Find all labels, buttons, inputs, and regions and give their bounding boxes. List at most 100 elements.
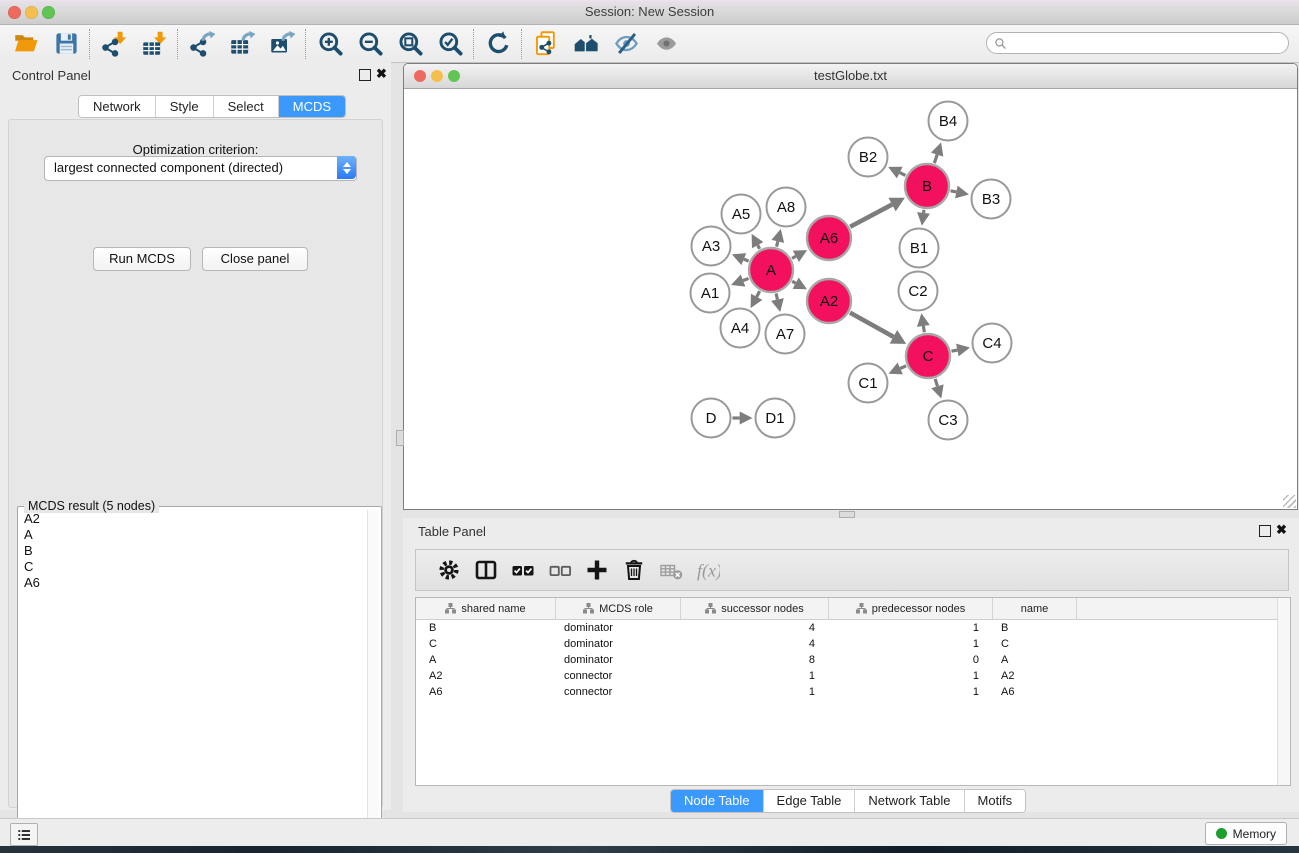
refresh-view-button[interactable]	[478, 27, 518, 60]
mcds-tab-content: Optimization criterion: largest connecte…	[8, 119, 383, 808]
network-canvas[interactable]: AA1A2A3A4A5A6A7A8BB1B2B3B4CC1C2C3C4DD1	[404, 89, 1297, 509]
search-field[interactable]	[986, 32, 1289, 54]
edge-B-B4[interactable]	[934, 155, 937, 164]
node-label-B4: B4	[939, 113, 957, 130]
show-graphics-details-button[interactable]	[646, 27, 686, 60]
float-panel-icon[interactable]	[359, 69, 371, 81]
tab-edge-table[interactable]: Edge Table	[764, 790, 856, 812]
edge-A-A7[interactable]	[776, 293, 777, 299]
delete-columns-icon	[622, 558, 646, 582]
hide-graphics-details-button[interactable]	[606, 27, 646, 60]
mcds-result-list[interactable]: A2ABCA6	[20, 511, 366, 849]
delete-columns-button[interactable]	[615, 553, 652, 587]
edge-B-B2[interactable]	[900, 173, 906, 176]
column-header-successor-nodes[interactable]: successor nodes	[681, 598, 829, 619]
close-window-button[interactable]	[8, 6, 21, 19]
zoom-window-button[interactable]	[42, 6, 55, 19]
hierarchy-icon	[445, 603, 456, 614]
cytoscape-home-button[interactable]	[566, 27, 606, 60]
float-table-panel-icon[interactable]	[1259, 525, 1271, 537]
show-panels-button[interactable]	[10, 823, 38, 846]
table-scrollbar[interactable]	[1277, 598, 1290, 785]
cell-shared-name: A2	[416, 670, 556, 682]
cell-name: B	[993, 622, 1077, 634]
zoom-out-button[interactable]	[350, 27, 390, 60]
tab-network[interactable]: Network	[79, 96, 156, 117]
edge-A-A3[interactable]	[744, 259, 749, 261]
table-row[interactable]: Cdominator41C	[416, 636, 1290, 652]
tab-select[interactable]: Select	[214, 96, 279, 117]
zoom-in-button[interactable]	[310, 27, 350, 60]
export-image-button[interactable]	[262, 27, 302, 60]
column-header-name[interactable]: name	[993, 598, 1077, 619]
minimize-window-button[interactable]	[25, 6, 38, 19]
network-graph: AA1A2A3A4A5A6A7A8BB1B2B3B4CC1C2C3C4DD1	[404, 89, 1297, 509]
column-header-shared-name[interactable]: shared name	[416, 598, 556, 619]
mcds-result-item[interactable]: A2	[20, 511, 366, 527]
column-header-MCDS-role[interactable]: MCDS role	[556, 598, 681, 619]
edge-A-A1[interactable]	[743, 278, 748, 280]
close-table-panel-icon[interactable]: ✖	[1276, 522, 1287, 538]
tab-motifs[interactable]: Motifs	[965, 790, 1026, 812]
table-row[interactable]: A6connector11A6	[416, 684, 1290, 700]
memory-button[interactable]: Memory	[1205, 822, 1287, 845]
save-session-button[interactable]	[46, 27, 86, 60]
mcds-result-item[interactable]: C	[20, 559, 366, 575]
criterion-dropdown[interactable]: largest connected component (directed)	[44, 156, 357, 181]
deselect-all-rows-button[interactable]	[541, 553, 578, 587]
export-table-button[interactable]	[222, 27, 262, 60]
edge-arrowhead	[955, 186, 969, 199]
zoom-selected-icon	[437, 30, 464, 57]
edge-A-A4[interactable]	[757, 291, 760, 297]
result-list-scrollbar[interactable]	[367, 510, 379, 848]
edge-A-A8[interactable]	[777, 241, 778, 246]
mcds-result-item[interactable]: B	[20, 543, 366, 559]
search-input[interactable]	[1007, 34, 1288, 52]
table-mode-gear-button[interactable]	[430, 553, 467, 587]
zoom-selected-button[interactable]	[430, 27, 470, 60]
export-network-button[interactable]	[182, 27, 222, 60]
edge-C-C3[interactable]	[935, 379, 937, 386]
show-hide-columns-button[interactable]	[467, 553, 504, 587]
import-network-file-button[interactable]	[94, 27, 134, 60]
tab-network-table[interactable]: Network Table	[855, 790, 964, 812]
zoom-view-button[interactable]	[448, 70, 460, 82]
close-panel-button[interactable]: Close panel	[202, 247, 308, 271]
zoom-fit-button[interactable]	[390, 27, 430, 60]
create-column-button[interactable]	[578, 553, 615, 587]
edge-C-C4[interactable]	[952, 350, 958, 351]
edge-A-A2[interactable]	[792, 281, 795, 283]
tab-node-table[interactable]: Node Table	[671, 790, 764, 812]
cell-predecessor-nodes: 1	[829, 686, 993, 698]
edge-A-A6[interactable]	[792, 256, 796, 258]
tab-mcds[interactable]: MCDS	[279, 96, 345, 117]
edge-A6-B[interactable]	[850, 205, 892, 227]
select-all-rows-button[interactable]	[504, 553, 541, 587]
import-table-file-button[interactable]	[134, 27, 174, 60]
edge-A2-C[interactable]	[850, 313, 893, 337]
network-from-selection-button[interactable]	[526, 27, 566, 60]
node-label-C2: C2	[908, 283, 927, 300]
edge-C-C1[interactable]	[900, 366, 906, 369]
table-row[interactable]: Adominator80A	[416, 652, 1290, 668]
mcds-result-item[interactable]: A6	[20, 575, 366, 591]
column-header-predecessor-nodes[interactable]: predecessor nodes	[829, 598, 993, 619]
mcds-result-item[interactable]: A	[20, 527, 366, 543]
open-file-button[interactable]	[6, 27, 46, 60]
horizontal-split-handle[interactable]	[839, 511, 855, 518]
network-window-titlebar[interactable]: testGlobe.txt	[404, 64, 1297, 89]
edge-C-C2[interactable]	[923, 326, 924, 332]
vertical-split-handle[interactable]	[396, 430, 404, 446]
node-label-A8: A8	[777, 199, 795, 216]
table-row[interactable]: A2connector11A2	[416, 668, 1290, 684]
tab-style[interactable]: Style	[156, 96, 214, 117]
cell-name: A2	[993, 670, 1077, 682]
edge-B-B3[interactable]	[951, 191, 957, 192]
close-view-button[interactable]	[414, 70, 426, 82]
run-mcds-button[interactable]: Run MCDS	[93, 247, 191, 271]
table-row[interactable]: Bdominator41B	[416, 620, 1290, 636]
window-resize-handle[interactable]	[1283, 495, 1296, 508]
minimize-view-button[interactable]	[431, 70, 443, 82]
edge-A-A5[interactable]	[758, 245, 760, 249]
close-panel-icon[interactable]: ✖	[376, 66, 387, 82]
